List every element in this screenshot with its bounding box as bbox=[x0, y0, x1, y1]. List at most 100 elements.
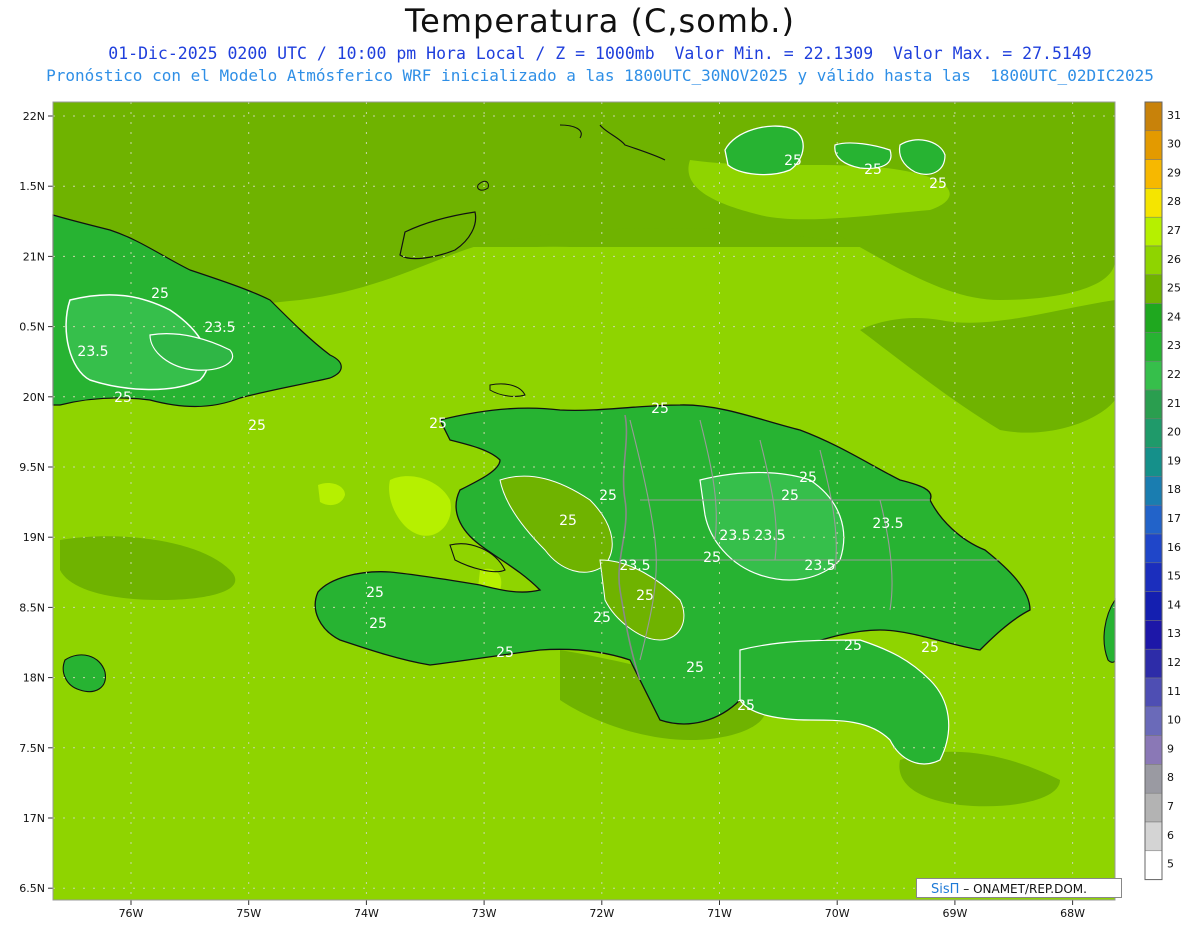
colorbar-swatch bbox=[1144, 850, 1163, 880]
colorbar-label: 17 bbox=[1167, 512, 1181, 525]
colorbar-swatch bbox=[1144, 447, 1163, 477]
colorbar-label: 22 bbox=[1167, 368, 1181, 381]
colorbar-label: 28 bbox=[1167, 195, 1181, 208]
colorbar-label: 11 bbox=[1167, 685, 1181, 698]
contour-label: 25 bbox=[369, 616, 387, 632]
colorbar-label: 14 bbox=[1167, 598, 1181, 611]
colorbar-swatch bbox=[1144, 418, 1163, 448]
sispi-brand: SisΠ bbox=[931, 882, 960, 897]
contour-label: 25 bbox=[496, 645, 514, 661]
contour-label: 25 bbox=[599, 488, 617, 504]
lat-label: 1.5N bbox=[19, 180, 45, 193]
lat-label: 21N bbox=[23, 250, 45, 263]
latitude-labels: 22N 1.5N 21N 0.5N 20N 9.5N 19N 8.5N 18N 7.5N 17N 6.… bbox=[19, 110, 45, 895]
colorbar-label: 26 bbox=[1167, 253, 1181, 266]
contour-label: 25 bbox=[799, 470, 817, 486]
contour-label: 25 bbox=[864, 162, 882, 178]
colorbar-swatch bbox=[1144, 792, 1163, 823]
colorbar-label: 6 bbox=[1167, 829, 1174, 842]
lon-label: 75W bbox=[236, 907, 261, 920]
colorbar-label: 13 bbox=[1167, 627, 1181, 640]
colorbar-swatch bbox=[1144, 188, 1163, 218]
lat-label: 6.5N bbox=[19, 882, 45, 895]
colorbar-label: 7 bbox=[1167, 800, 1174, 813]
contour-label: 25 bbox=[686, 660, 704, 676]
colorbar-label: 24 bbox=[1167, 310, 1181, 323]
lat-label: 19N bbox=[23, 531, 45, 544]
colorbar-swatch bbox=[1144, 389, 1163, 420]
colorbar-label: 5 bbox=[1167, 858, 1174, 871]
colorbar-swatch bbox=[1144, 360, 1163, 391]
colorbar-swatch bbox=[1144, 677, 1163, 708]
colorbar-swatch bbox=[1144, 101, 1163, 132]
colorbar-label: 12 bbox=[1167, 656, 1181, 669]
contour-label: 25 bbox=[114, 390, 132, 406]
contour-label: 25 bbox=[737, 698, 755, 714]
contour-label: 25 bbox=[366, 585, 384, 601]
colorbar-swatch bbox=[1144, 130, 1163, 160]
contour-label: 25 bbox=[703, 550, 721, 566]
lat-label: 22N bbox=[23, 110, 45, 123]
lat-label: 0.5N bbox=[19, 321, 45, 334]
colorbar-swatch bbox=[1144, 562, 1163, 592]
lat-label: 17N bbox=[23, 812, 45, 825]
colorbar-swatch bbox=[1144, 735, 1163, 765]
colorbar-swatch bbox=[1144, 764, 1163, 794]
contour-label: 25 bbox=[781, 488, 799, 504]
contour-label: 23.5 bbox=[204, 320, 235, 336]
colorbar-label: 16 bbox=[1167, 541, 1181, 554]
colorbar-label: 15 bbox=[1167, 570, 1181, 583]
lat-label: 8.5N bbox=[19, 601, 45, 614]
credit-text: – ONAMET/REP.DOM. bbox=[963, 882, 1087, 896]
colorbar-label: 8 bbox=[1167, 771, 1174, 784]
credit-box: SisΠ – ONAMET/REP.DOM. bbox=[916, 878, 1122, 898]
contour-label: 25 bbox=[151, 286, 169, 302]
colorbar-swatch bbox=[1144, 332, 1163, 362]
longitude-labels: 76W 75W 74W 73W 72W 71W 70W 69W 68W bbox=[119, 907, 1086, 920]
contour-label: 23.5 bbox=[77, 344, 108, 360]
colorbar-label: 9 bbox=[1167, 742, 1174, 755]
contour-label: 23.5 bbox=[872, 516, 903, 532]
colorbar-label: 23 bbox=[1167, 339, 1181, 352]
colorbar-label: 19 bbox=[1167, 454, 1181, 467]
contour-label: 23.5 bbox=[719, 528, 750, 544]
lon-label: 74W bbox=[354, 907, 379, 920]
lon-label: 68W bbox=[1060, 907, 1085, 920]
colorbar-label: 27 bbox=[1167, 224, 1181, 237]
lon-label: 71W bbox=[707, 907, 732, 920]
colorbar-swatch bbox=[1144, 591, 1163, 621]
lat-label: 20N bbox=[23, 391, 45, 404]
contour-label: 25 bbox=[429, 416, 447, 432]
contour-label: 25 bbox=[784, 153, 802, 169]
colorbar-label: 20 bbox=[1167, 426, 1181, 439]
contour-label: 25 bbox=[921, 640, 939, 656]
lon-label: 73W bbox=[472, 907, 497, 920]
colorbar-swatch bbox=[1144, 648, 1163, 679]
colorbar-swatch bbox=[1144, 216, 1163, 247]
contour-label: 25 bbox=[559, 513, 577, 529]
contour-label: 23.5 bbox=[754, 528, 785, 544]
colorbar-label: 10 bbox=[1167, 714, 1181, 727]
contour-label: 25 bbox=[248, 418, 266, 434]
lat-label: 7.5N bbox=[19, 742, 45, 755]
colorbar-label: 30 bbox=[1167, 138, 1181, 151]
colorbar-swatch bbox=[1144, 303, 1163, 333]
lon-label: 70W bbox=[825, 907, 850, 920]
contour-label: 23.5 bbox=[619, 558, 650, 574]
colorbar-label: 31 bbox=[1167, 109, 1181, 122]
colorbar-swatch bbox=[1144, 504, 1163, 535]
colorbar-label: 18 bbox=[1167, 483, 1181, 496]
colorbar-swatch bbox=[1144, 245, 1163, 276]
contour-label: 23.5 bbox=[804, 558, 835, 574]
lon-label: 76W bbox=[119, 907, 144, 920]
lat-label: 18N bbox=[23, 672, 45, 685]
contour-label: 25 bbox=[593, 610, 611, 626]
colorbar-label: 29 bbox=[1167, 166, 1181, 179]
lon-label: 72W bbox=[589, 907, 614, 920]
contour-label: 25 bbox=[844, 638, 862, 654]
colorbar-label: 25 bbox=[1167, 282, 1181, 295]
contour-label: 25 bbox=[651, 401, 669, 417]
contour-label: 25 bbox=[929, 176, 947, 192]
contour-label: 25 bbox=[636, 588, 654, 604]
colorbar-swatch bbox=[1144, 533, 1163, 564]
